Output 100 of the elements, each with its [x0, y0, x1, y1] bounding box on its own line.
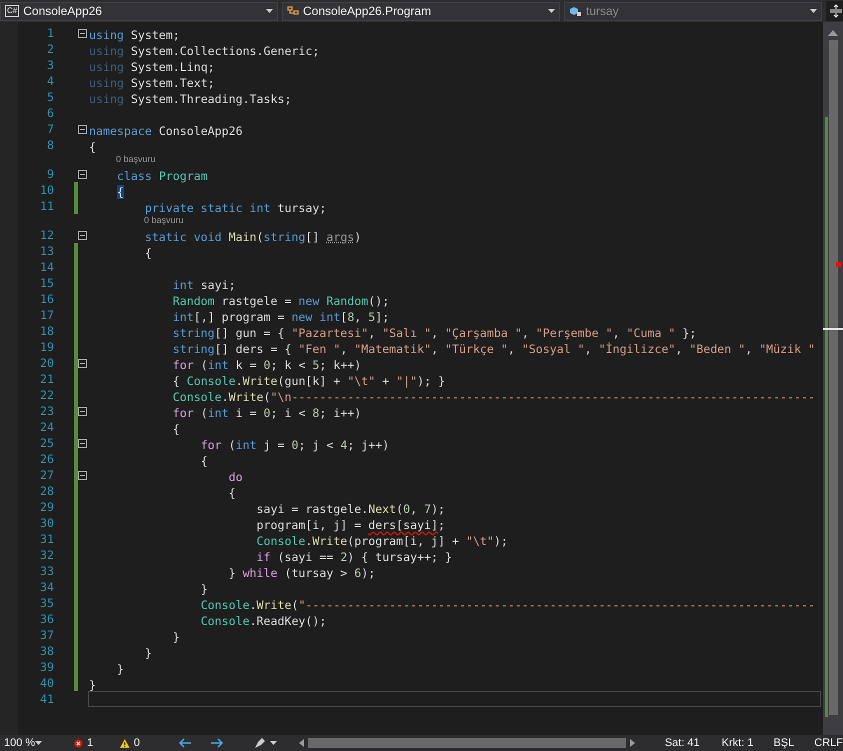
back-arrow-icon[interactable] — [178, 738, 192, 748]
scroll-up-icon[interactable] — [828, 30, 838, 36]
code-line: } — [200, 582, 208, 596]
code-line: { — [200, 454, 208, 468]
line-number: 1 — [47, 25, 54, 41]
code-line: string[] ders = { "Fen ", "Matematik", "Türkçe ", "Sosyal ", "İngilizce", "Beden ", "Müzik " — [172, 342, 816, 356]
code-line: { — [228, 486, 236, 500]
horizontal-scrollbar[interactable] — [298, 738, 635, 748]
line-number: 13 — [40, 243, 54, 259]
caret-icon — [35, 741, 42, 745]
caret-icon — [270, 741, 277, 745]
line-number: 32 — [40, 547, 54, 563]
code-line: } — [116, 662, 124, 676]
line-number: 10 — [40, 182, 54, 198]
line-number: 5 — [47, 89, 54, 105]
warning-count: 0 — [134, 737, 140, 749]
code-line: } — [89, 678, 96, 692]
line-number: 11 — [40, 198, 54, 214]
line-number: 29 — [40, 499, 54, 515]
scroll-right-icon[interactable] — [630, 739, 635, 747]
code-line: Random rastgele = new Random(); — [172, 294, 390, 308]
collapse-icon[interactable] — [78, 438, 87, 448]
line-number: 3 — [47, 57, 54, 73]
scroll-left-icon[interactable] — [298, 739, 304, 747]
collapse-icon[interactable] — [78, 28, 87, 38]
line-number: 20 — [40, 355, 54, 371]
code-line: do — [228, 470, 243, 484]
insert-mode-indicator[interactable]: BŞL — [773, 737, 794, 749]
code-line: using System.Threading.Tasks; — [89, 92, 292, 106]
split-window-button[interactable] — [826, 1, 843, 21]
line-number: 15 — [40, 275, 54, 291]
code-line: using System.Text; — [89, 76, 215, 90]
code-line: class Program — [116, 169, 208, 183]
code-cleanup-button[interactable] — [254, 737, 277, 749]
collapse-icon[interactable] — [78, 124, 87, 134]
vertical-scrollbar[interactable] — [823, 22, 843, 735]
line-number: 35 — [40, 595, 54, 611]
code-line: using System.Linq; — [89, 60, 215, 74]
line-number: 2 — [47, 41, 54, 57]
line-indicator[interactable]: Sat: 41 — [664, 737, 700, 749]
codelens-reference-count[interactable]: 0 başvuru — [144, 215, 184, 225]
line-number: 39 — [40, 659, 54, 675]
caret-position-marker — [823, 328, 843, 330]
type-dropdown[interactable]: ConsoleApp26.Program — [282, 2, 560, 20]
line-number: 22 — [40, 387, 54, 403]
code-line: Console.Write(program[i, j] + "\t"); — [256, 534, 508, 548]
line-number: 36 — [40, 611, 54, 627]
project-dropdown[interactable]: C# ConsoleApp26 — [0, 2, 278, 20]
code-line: } — [172, 630, 180, 644]
line-number: 34 — [40, 579, 54, 595]
field-icon — [569, 5, 582, 17]
warning-icon[interactable] — [120, 738, 130, 748]
collapse-icon[interactable] — [78, 170, 87, 178]
code-line: for (int j = 0; j < 4; j++) — [200, 438, 390, 452]
code-line: } while (tursay > 6); — [228, 566, 376, 580]
line-number: 4 — [47, 73, 54, 89]
caret-icon — [548, 9, 555, 13]
csharp-file-icon: C# — [5, 5, 20, 17]
code-line: if (sayi == 2) { tursay++; } — [256, 550, 452, 564]
codelens-reference-count[interactable]: 0 başvuru — [116, 154, 156, 164]
line-number: 19 — [40, 339, 54, 355]
code-line: for (int i = 0; i < 8; i++) — [172, 406, 362, 420]
code-line: static void Main(string[] args) — [144, 230, 362, 244]
line-number: 40 — [40, 675, 54, 691]
line-number: 12 — [40, 227, 54, 243]
line-number: 23 — [40, 403, 54, 419]
code-line: namespace ConsoleApp26 — [89, 124, 243, 138]
line-number: 6 — [47, 105, 54, 121]
code-line: using System.Collections.Generic; — [89, 44, 320, 58]
caret-icon — [810, 9, 817, 13]
column-indicator[interactable]: Krkt: 1 — [722, 737, 754, 749]
line-number: 33 — [40, 563, 54, 579]
line-number: 31 — [40, 531, 54, 547]
code-line: { — [89, 140, 96, 154]
scroll-thumb[interactable] — [828, 40, 838, 715]
line-number: 28 — [40, 483, 54, 499]
forward-arrow-icon[interactable] — [210, 738, 224, 748]
collapse-icon[interactable] — [78, 406, 87, 416]
error-count: 1 — [87, 737, 94, 749]
collapse-icon[interactable] — [78, 230, 87, 240]
collapse-icon[interactable] — [78, 470, 87, 480]
code-line: int[,] program = new int[8, 5]; — [172, 310, 390, 324]
line-number: 24 — [40, 419, 54, 435]
code-line: private static int tursay; — [144, 201, 326, 215]
collapse-icon[interactable] — [78, 358, 87, 368]
line-number: 37 — [40, 627, 54, 643]
line-number: 38 — [40, 643, 54, 659]
error-icon[interactable] — [74, 738, 83, 748]
code-line: } — [144, 646, 152, 660]
line-ending-indicator[interactable]: CRLF — [814, 737, 843, 749]
code-line: Console.ReadKey(); — [200, 614, 326, 628]
code-line: { — [144, 246, 152, 260]
code-line: Console.Write("------------------------------------------------------------------------- — [200, 598, 815, 612]
line-number: 21 — [40, 371, 54, 387]
code-line: Console.Write("\n--------------------------------------------------------------------------- — [172, 390, 815, 404]
code-line: { — [172, 422, 180, 436]
line-number: 16 — [40, 291, 54, 307]
code-line: using System; — [89, 28, 180, 42]
code-line: program[i, j] = ders[sayi]; — [256, 518, 446, 532]
code-line: { Console.Write(gun[k] + "\t" + "|"); } — [172, 374, 446, 388]
